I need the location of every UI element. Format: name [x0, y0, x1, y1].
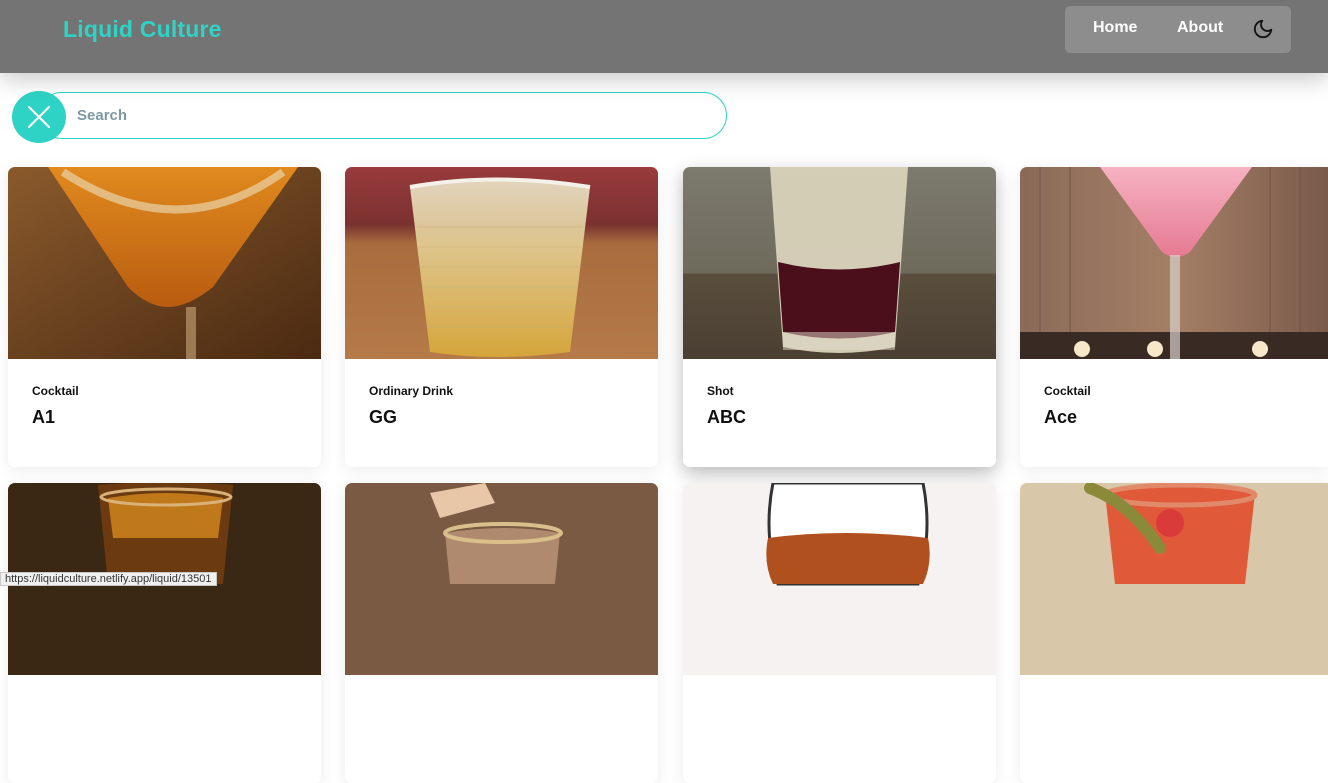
drink-name: Ace [1044, 407, 1078, 427]
drink-image [8, 167, 321, 359]
drink-category: Cocktail [1044, 384, 1091, 398]
drink-name: A1 [32, 407, 56, 427]
drink-card[interactable] [1020, 483, 1328, 783]
drink-card[interactable]: Cocktail Ace [1020, 167, 1328, 467]
drink-card[interactable] [683, 483, 996, 783]
drink-card[interactable]: Ordinary Drink GG [345, 167, 658, 467]
drink-category: Shot [707, 384, 734, 398]
drink-image [1020, 167, 1328, 359]
drink-card[interactable] [345, 483, 658, 783]
close-icon [28, 106, 50, 128]
drink-image [683, 483, 996, 675]
drink-card[interactable]: Shot ABC [683, 167, 996, 467]
brand-logo[interactable]: Liquid Culture [63, 16, 222, 43]
search-bar [12, 91, 728, 143]
navbar: Liquid Culture Home About [0, 0, 1328, 73]
moon-icon[interactable] [1252, 18, 1274, 40]
nav-home-link[interactable]: Home [1093, 19, 1137, 37]
drink-category: Ordinary Drink [369, 384, 454, 398]
drink-name: GG [369, 407, 398, 427]
drink-image [345, 483, 658, 675]
drink-name: ABC [707, 407, 746, 427]
clear-search-button[interactable] [12, 91, 66, 143]
search-input[interactable] [38, 92, 727, 139]
nav-about-link[interactable]: About [1177, 19, 1223, 37]
drink-card[interactable] [8, 483, 321, 783]
drink-category: Cocktail [32, 384, 79, 398]
drink-image [1020, 483, 1328, 675]
drink-card[interactable]: Cocktail A1 [8, 167, 321, 467]
drink-image [683, 167, 996, 359]
drink-image [345, 167, 658, 359]
nav-menu: Home About [1065, 6, 1291, 53]
